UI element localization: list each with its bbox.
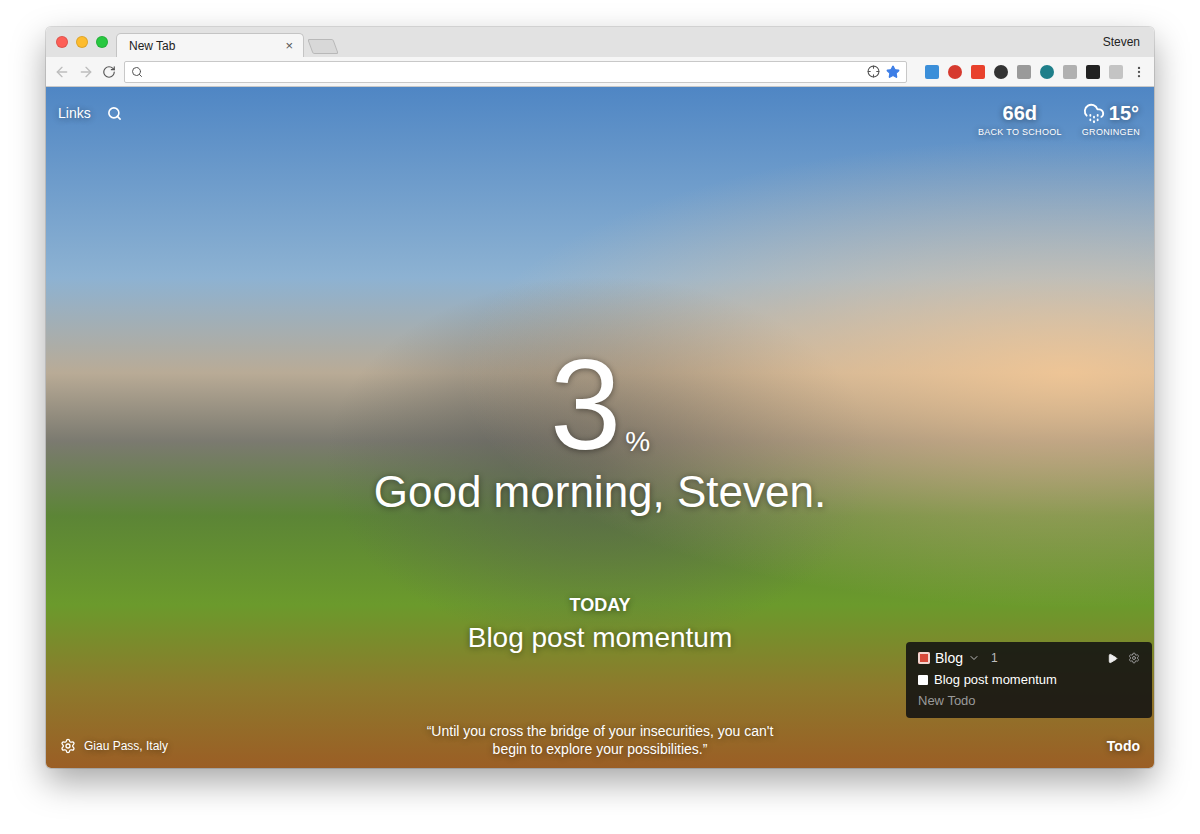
temperature: 15° [1109, 101, 1139, 125]
toolbar [46, 57, 1154, 87]
metric: 3% [550, 350, 650, 460]
todo-header: Blog 1 [918, 650, 1140, 666]
tab-close-button[interactable]: × [283, 38, 295, 53]
address-field[interactable] [149, 65, 861, 79]
todo-tools [1107, 652, 1140, 664]
search-icon [131, 66, 143, 78]
widgets: 66d BACK TO SCHOOL 15° GRONINGEN [978, 101, 1140, 137]
list-name[interactable]: Blog [935, 650, 963, 666]
todo-panel: Blog 1 Blog post momentum New Todo [906, 642, 1152, 718]
chevron-down-icon[interactable] [968, 652, 980, 664]
list-icon [918, 652, 930, 664]
weather-widget[interactable]: 15° GRONINGEN [1082, 101, 1140, 137]
browser-tab[interactable]: New Tab × [116, 33, 304, 57]
gear-icon[interactable] [1128, 652, 1140, 664]
top-left: Links [58, 101, 122, 121]
play-icon[interactable] [1107, 653, 1118, 664]
extension-icon[interactable] [1063, 65, 1077, 79]
weather-location: GRONINGEN [1082, 127, 1140, 137]
extensions [915, 65, 1146, 79]
extension-icon[interactable] [994, 65, 1008, 79]
todo-item: Blog post momentum [918, 672, 1140, 687]
menu-dots-icon[interactable] [1132, 65, 1146, 79]
window-control-icon[interactable] [56, 36, 68, 48]
reload-icon[interactable] [102, 65, 116, 79]
new-tab-button[interactable] [307, 39, 338, 54]
browser-window: New Tab × Steven Links 66d BACK TO SCHOOL 15° G… [46, 27, 1154, 768]
todo-text[interactable]: Blog post momentum [934, 672, 1057, 687]
back-arrow-icon[interactable] [54, 64, 70, 80]
forward-arrow-icon[interactable] [78, 64, 94, 80]
dashboard: Links 66d BACK TO SCHOOL 15° GRONINGEN 3% Good… [46, 87, 1154, 768]
window-control-icon[interactable] [76, 36, 88, 48]
focus-text[interactable]: Blog post momentum [468, 620, 733, 656]
todo-button[interactable]: Todo [1107, 738, 1140, 758]
extension-icon[interactable] [1040, 65, 1054, 79]
window-controls [56, 36, 108, 48]
focus-label: TODAY [569, 594, 630, 616]
extension-icon[interactable] [1086, 65, 1100, 79]
greeting: Good morning, Steven. [374, 466, 826, 518]
gear-icon[interactable] [60, 738, 76, 754]
page: New Tab × Steven Links 66d BACK TO SCHOOL 15° G… [0, 0, 1200, 834]
extension-icon[interactable] [1109, 65, 1123, 79]
address-bar[interactable] [124, 61, 907, 83]
tab-label: New Tab [129, 39, 175, 53]
todo-checkbox[interactable] [918, 675, 928, 685]
top-row: Links 66d BACK TO SCHOOL 15° GRONINGEN [46, 87, 1154, 147]
star-icon[interactable] [886, 65, 900, 79]
crosshair-icon[interactable] [867, 65, 880, 78]
extension-icon[interactable] [1017, 65, 1031, 79]
center: 3% Good morning, Steven. TODAY Blog post mo… [46, 147, 1154, 656]
extension-icon[interactable] [925, 65, 939, 79]
countdown-value: 66d [1003, 101, 1037, 125]
extension-icon[interactable] [948, 65, 962, 79]
extension-icon[interactable] [971, 65, 985, 79]
links-button[interactable]: Links [58, 105, 91, 121]
tab-bar: New Tab × Steven [46, 27, 1154, 57]
photo-location[interactable]: Giau Pass, Italy [60, 738, 420, 758]
window-control-icon[interactable] [96, 36, 108, 48]
weather-value: 15° [1083, 101, 1139, 125]
profile-name[interactable]: Steven [1103, 35, 1144, 49]
countdown-widget[interactable]: 66d BACK TO SCHOOL [978, 101, 1062, 137]
list-count: 1 [991, 651, 998, 665]
new-todo-input[interactable]: New Todo [918, 693, 1140, 708]
search-icon[interactable] [107, 106, 122, 121]
metric-unit: % [625, 424, 650, 460]
countdown-label: BACK TO SCHOOL [978, 127, 1062, 137]
cloud-drizzle-icon [1083, 102, 1105, 124]
quote: “Until you cross the bridge of your inse… [420, 722, 780, 758]
metric-value: 3 [550, 350, 621, 460]
bottom-row: Giau Pass, Italy “Until you cross the bri… [46, 722, 1154, 768]
location-text: Giau Pass, Italy [84, 739, 168, 753]
